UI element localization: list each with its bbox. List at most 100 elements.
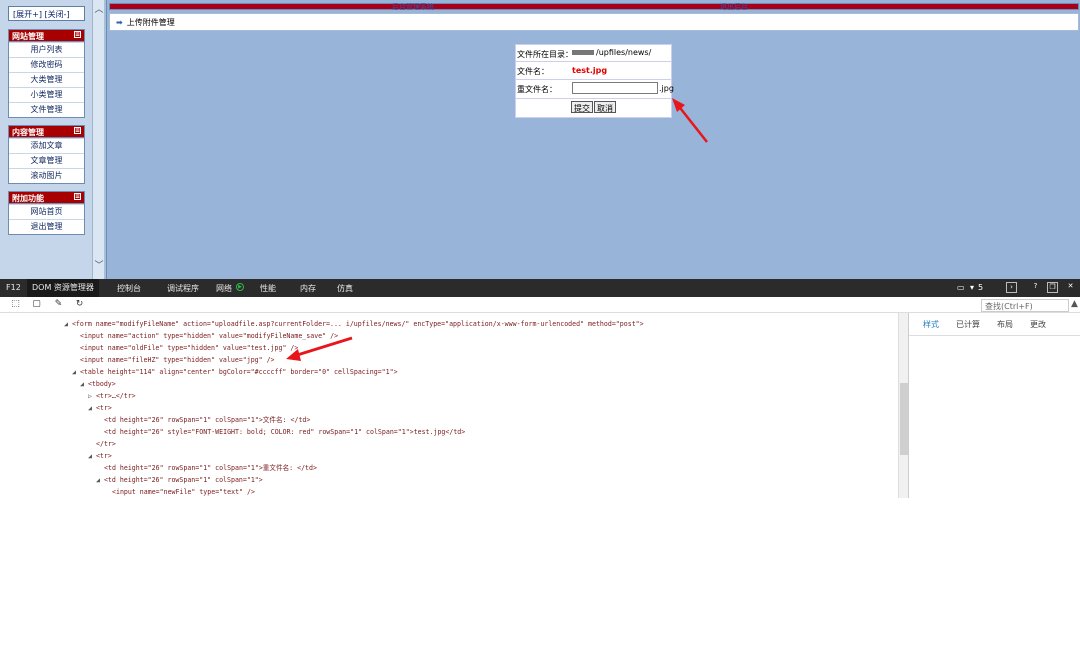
chevron-down-icon[interactable]: ﹀ bbox=[93, 258, 105, 271]
menu-header[interactable]: 内容管理 ≡ bbox=[9, 126, 84, 138]
dom-line-td-label[interactable]: <td height="26" rowSpan="1" colSpan="1">… bbox=[104, 463, 317, 474]
rename-form: 文件所在目录： /upfiles/news/ 文件名： test.jpg 重文件… bbox=[515, 44, 674, 118]
tab-layout[interactable]: 布局 bbox=[997, 319, 1013, 330]
nav-item-home[interactable]: 网站首页 bbox=[9, 204, 84, 219]
expand-collapse-links[interactable]: [展开+] [关闭-] bbox=[8, 6, 85, 21]
arrow-right-icon: ➡ bbox=[116, 18, 123, 27]
dom-line-td-label[interactable]: <td height="26" rowSpan="1" colSpan="1">… bbox=[104, 415, 310, 426]
nav-item-add-article[interactable]: 添加文章 bbox=[9, 138, 84, 153]
dom-line-td-value[interactable]: <td height="26" style="FONT-WEIGHT: bold… bbox=[104, 427, 465, 438]
tab-debugger[interactable]: 调试程序 bbox=[167, 283, 199, 294]
breadcrumb: ➡ 上传附件管理 bbox=[109, 13, 1079, 31]
menu-title: 内容管理 bbox=[12, 128, 44, 137]
dir-value: /upfiles/news/ bbox=[572, 48, 651, 57]
tab-computed[interactable]: 已计算 bbox=[956, 319, 980, 330]
dom-line-tr-open[interactable]: ◢ <tr> bbox=[88, 451, 112, 462]
frame-scrollbar[interactable]: ︿ ﹀ bbox=[92, 0, 104, 279]
highlight-icon[interactable]: ▢ bbox=[31, 299, 42, 310]
dir-label: 文件所在目录： bbox=[517, 50, 573, 59]
color-picker-icon[interactable]: ✎ bbox=[53, 299, 64, 310]
rename-ext: .jpg bbox=[659, 84, 674, 93]
collapse-icon[interactable]: ≡ bbox=[74, 127, 81, 134]
annotation-arrow bbox=[672, 98, 708, 143]
nav-item-category[interactable]: 大类管理 bbox=[9, 72, 84, 87]
dom-line-table[interactable]: ◢ <table height="114" align="center" bgC… bbox=[72, 367, 398, 378]
dom-line-input-filehz[interactable]: <input name="fileHZ" type="hidden" value… bbox=[80, 355, 275, 366]
console-toggle-icon[interactable]: › bbox=[1006, 282, 1017, 293]
dom-line-tbody[interactable]: ◢ <tbody> bbox=[80, 379, 116, 390]
tab-emulation[interactable]: 仿真 bbox=[337, 283, 353, 294]
find-input[interactable]: 查找(Ctrl+F) bbox=[981, 299, 1069, 312]
left-nav: [展开+] [关闭-] 网站管理 ≡ 用户列表 修改密码 大类管理 小类管理 文件… bbox=[0, 0, 104, 279]
close-icon[interactable]: ✕ bbox=[1065, 282, 1076, 293]
tab-memory[interactable]: 内存 bbox=[300, 283, 316, 294]
dir-path: /upfiles/news/ bbox=[596, 48, 652, 57]
tab-dom-explorer[interactable]: DOM 资源管理器 bbox=[27, 279, 99, 297]
menu-header[interactable]: 网站管理 ≡ bbox=[9, 30, 84, 42]
undock-icon[interactable]: ❐ bbox=[1047, 282, 1058, 293]
tab-console[interactable]: 控制台 bbox=[117, 283, 141, 294]
header-link-right[interactable]: 退出后台 bbox=[720, 2, 748, 12]
submit-button[interactable]: 提交 bbox=[571, 101, 593, 113]
page-viewport: [展开+] [关闭-] 网站管理 ≡ 用户列表 修改密码 大类管理 小类管理 文件… bbox=[0, 0, 1080, 279]
cancel-button[interactable]: 取消 bbox=[594, 101, 616, 113]
collapse-icon[interactable]: ≡ bbox=[74, 193, 81, 200]
dom-line-td-input[interactable]: ◢ <td height="26" rowSpan="1" colSpan="1… bbox=[96, 475, 263, 486]
new-filename-input[interactable] bbox=[572, 82, 658, 94]
menu-title: 网站管理 bbox=[12, 32, 44, 41]
nav-item-file-manage[interactable]: 文件管理 bbox=[9, 102, 84, 117]
name-label: 文件名： bbox=[517, 67, 549, 76]
rename-label: 重文件名： bbox=[517, 85, 557, 94]
nav-item-user-list[interactable]: 用户列表 bbox=[9, 42, 84, 57]
redacted-block bbox=[572, 50, 594, 55]
help-icon[interactable]: ? bbox=[1030, 282, 1041, 293]
tab-network[interactable]: 网络 bbox=[216, 283, 232, 294]
nav-item-change-password[interactable]: 修改密码 bbox=[9, 57, 84, 72]
tab-f12[interactable]: F12 bbox=[6, 283, 21, 292]
nav-item-article-manage[interactable]: 文章管理 bbox=[9, 153, 84, 168]
chevron-up-icon[interactable]: ︿ bbox=[93, 2, 105, 15]
button-row: 提交 取消 bbox=[516, 99, 671, 117]
dom-line-input-oldfile[interactable]: <input name="oldFile" type="hidden" valu… bbox=[80, 343, 298, 354]
menu-title: 附加功能 bbox=[12, 194, 44, 203]
dom-scrollbar[interactable] bbox=[898, 313, 908, 498]
header-link-left[interactable]: 后台管理系统 bbox=[392, 2, 434, 12]
divider bbox=[909, 335, 1080, 336]
dom-line-form[interactable]: ◢ <form name="modifyFileName" action="up… bbox=[64, 319, 644, 330]
tab-performance[interactable]: 性能 bbox=[260, 283, 276, 294]
dom-line-tr-collapsed[interactable]: ▷ <tr>…</tr> bbox=[88, 391, 136, 402]
annotation-arrow bbox=[286, 336, 353, 361]
nav-item-subcategory[interactable]: 小类管理 bbox=[9, 87, 84, 102]
dom-line-input-newfile[interactable]: <input name="newFile" type="text" /> bbox=[112, 487, 255, 498]
tab-changes[interactable]: 更改 bbox=[1030, 319, 1046, 330]
rename-row: 重文件名： .jpg bbox=[516, 80, 674, 98]
nav-item-logout[interactable]: 退出管理 bbox=[9, 219, 84, 234]
collapse-icon[interactable]: ≡ bbox=[74, 31, 81, 38]
scrollbar-thumb[interactable] bbox=[900, 383, 908, 455]
nav-item-scroll-images[interactable]: 滚动图片 bbox=[9, 168, 84, 183]
menu-site-admin: 网站管理 ≡ 用户列表 修改密码 大类管理 小类管理 文件管理 bbox=[8, 29, 85, 118]
dir-row: 文件所在目录： /upfiles/news/ bbox=[516, 45, 671, 61]
devtools-tabbar: F12 DOM 资源管理器 控制台 调试程序 网络 ▶ 性能 内存 仿真 ▭ ▾… bbox=[0, 279, 1080, 297]
devtools-toolbar: ⬚ ▢ ✎ ↻ 查找(Ctrl+F) ▲ bbox=[0, 297, 1080, 313]
select-element-icon[interactable]: ⬚ bbox=[10, 299, 21, 310]
find-options-icon[interactable]: ▲ bbox=[1071, 299, 1078, 309]
tab-styles[interactable]: 样式 bbox=[923, 319, 939, 330]
dom-tree: ◢ <form name="modifyFileName" action="up… bbox=[0, 313, 898, 498]
main-frame: 后台管理系统 退出后台 ➡ 上传附件管理 文件所在目录： /upfiles/new… bbox=[106, 0, 1080, 279]
chevron-down-icon[interactable]: ▾ bbox=[970, 283, 974, 292]
refresh-icon[interactable]: ↻ bbox=[74, 299, 85, 310]
device-count: 5 bbox=[978, 283, 984, 292]
play-icon[interactable]: ▶ bbox=[236, 283, 244, 291]
header-bar: 后台管理系统 退出后台 bbox=[109, 2, 1079, 12]
dom-line-tr-close[interactable]: </tr> bbox=[96, 439, 116, 450]
menu-content-admin: 内容管理 ≡ 添加文章 文章管理 滚动图片 bbox=[8, 125, 85, 184]
breadcrumb-title: 上传附件管理 bbox=[126, 18, 175, 27]
menu-extras: 附加功能 ≡ 网站首页 退出管理 bbox=[8, 191, 85, 235]
styles-panel: 样式 已计算 布局 更改 bbox=[908, 313, 1080, 498]
name-value: test.jpg bbox=[572, 66, 608, 75]
device-icon[interactable]: ▭ bbox=[957, 283, 965, 292]
menu-header[interactable]: 附加功能 ≡ bbox=[9, 192, 84, 204]
dom-line-tr-open[interactable]: ◢ <tr> bbox=[88, 403, 112, 414]
name-row: 文件名： test.jpg bbox=[516, 62, 671, 79]
